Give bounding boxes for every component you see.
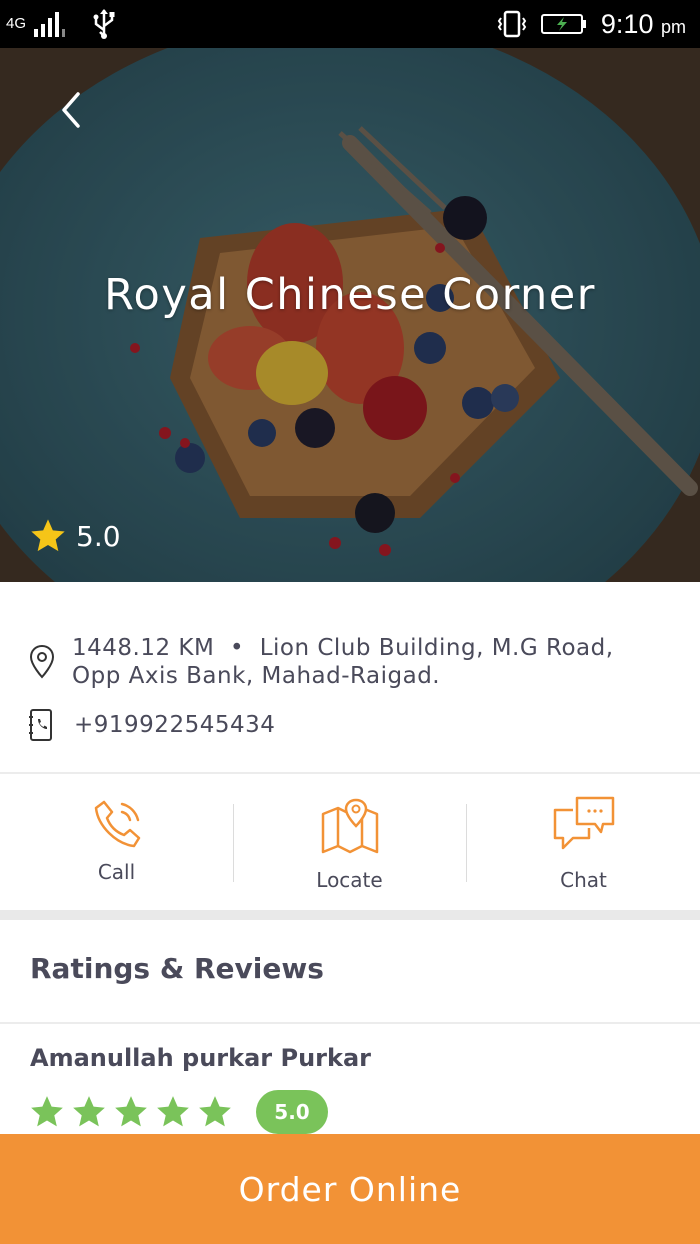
section-separator [0,910,700,920]
score-badge: 5.0 [256,1090,328,1134]
network-type: 4G [6,15,27,32]
status-bar: 4G 9:10 pm [0,0,700,48]
phone-row[interactable]: +919922545434 [28,708,275,742]
star-icon [73,1096,105,1127]
star-icon [31,519,65,552]
clock: 9:10 pm [600,8,686,39]
locate-button[interactable]: Locate [233,774,466,910]
location-pin-icon [29,644,55,679]
rating-value: 5.0 [76,519,121,553]
action-bar: Call Locate Chat [0,774,700,910]
restaurant-name: Royal Chinese Corner [104,270,596,320]
review-stars: 5.0 [28,1090,328,1134]
phone-number[interactable]: +919922545434 [74,712,275,738]
hero-rating: 5.0 [28,516,121,556]
chat-label: Chat [560,868,607,892]
star-icon [157,1096,189,1127]
hero-banner: Royal Chinese Corner 5.0 [0,48,700,582]
call-button[interactable]: Call [0,774,233,910]
reviews-heading: Ratings & Reviews [30,952,324,985]
address-line-1: Lion Club Building, M.G Road, [259,635,614,661]
contact-book-icon [29,709,52,741]
address-line-2: Opp Axis Bank, Mahad-Raigad. [72,663,441,689]
star-icon [115,1096,147,1127]
distance: 1448.12 KM [72,635,215,661]
restaurant-info: 1448.12 KM • Lion Club Building, M.G Roa… [0,582,700,774]
vibrate-icon [497,10,527,38]
order-online-button[interactable]: Order Online [0,1134,700,1244]
phone-icon [94,800,140,848]
locate-label: Locate [316,868,383,892]
reviewer-name: Amanullah purkar Purkar [30,1044,371,1072]
star-icon [31,1096,63,1127]
call-label: Call [97,860,136,884]
back-arrow-icon[interactable] [50,88,94,132]
separator-dot: • [229,635,245,661]
map-pin-icon [321,798,378,854]
chat-button[interactable]: Chat [467,774,700,910]
address-text: 1448.12 KM • Lion Club Building, M.G Roa… [72,634,614,690]
address-row: 1448.12 KM • Lion Club Building, M.G Roa… [28,634,668,690]
divider [0,1022,700,1024]
star-icon [199,1096,231,1127]
battery-icon [540,14,586,34]
signal-icon [34,12,66,37]
chat-bubbles-icon [553,796,614,850]
usb-icon [93,9,115,39]
